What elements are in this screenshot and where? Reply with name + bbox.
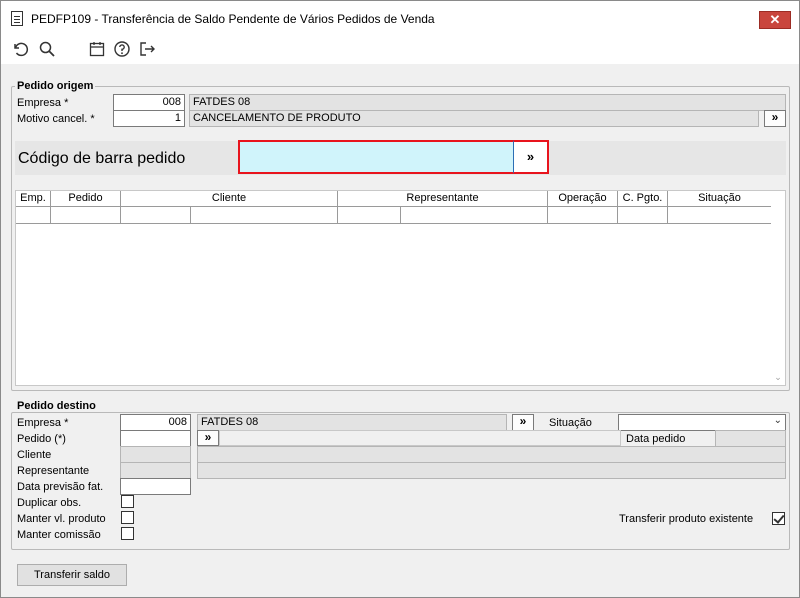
search-icon[interactable]: [38, 40, 56, 58]
pedido-input[interactable]: [120, 430, 191, 447]
motivo-lookup-button[interactable]: »: [764, 110, 786, 127]
manter-vl-produto-checkbox[interactable]: [121, 511, 134, 524]
col-cpgto[interactable]: C. Pgto.: [618, 191, 668, 207]
destino-empresa-code-input[interactable]: 008: [120, 414, 191, 431]
barcode-submit-button[interactable]: »: [514, 140, 549, 174]
origem-empresa-name-field: FATDES 08: [189, 94, 786, 111]
grid-cell[interactable]: [548, 207, 618, 224]
data-previsao-input[interactable]: [120, 478, 191, 495]
grid-cell[interactable]: [401, 207, 548, 224]
transferir-existente-label: Transferir produto existente: [619, 513, 754, 525]
barcode-input[interactable]: [238, 140, 514, 174]
destino-empresa-label: Empresa *: [17, 417, 69, 429]
grid-cell[interactable]: [668, 207, 772, 224]
grid-cell[interactable]: [618, 207, 668, 224]
origem-empresa-code-input[interactable]: 008: [113, 94, 185, 111]
destino-empresa-lookup-button[interactable]: »: [512, 414, 534, 431]
toolbar: [1, 33, 799, 65]
data-previsao-label: Data previsão fat.: [17, 481, 104, 493]
situacao-label: Situação: [549, 417, 592, 429]
data-pedido-field: [715, 430, 786, 447]
manter-comissao-checkbox[interactable]: [121, 527, 134, 540]
grid-vertical-scrollbar[interactable]: ⌄: [771, 191, 785, 385]
close-button[interactable]: ✕: [759, 11, 791, 29]
main-window: PEDFP109 - Transferência de Saldo Penden…: [0, 0, 800, 598]
manter-vl-produto-label: Manter vl. produto: [17, 513, 106, 525]
col-situacao[interactable]: Situação: [668, 191, 772, 207]
representante-code-field: [120, 462, 191, 479]
data-pedido-label: Data pedido: [626, 433, 686, 445]
manter-comissao-label: Manter comissão: [17, 529, 101, 541]
calendar-icon[interactable]: [88, 40, 106, 58]
duplicar-obs-label: Duplicar obs.: [17, 497, 82, 509]
col-cliente[interactable]: Cliente: [121, 191, 338, 207]
document-icon: [11, 11, 23, 26]
grid-cell[interactable]: [51, 207, 121, 224]
pedido-info-field: [219, 430, 621, 446]
pedido-label: Pedido (*): [17, 433, 66, 445]
situacao-select[interactable]: ⌄: [618, 414, 786, 431]
chevron-down-icon[interactable]: ⌄: [773, 373, 783, 382]
destino-empresa-name-field: FATDES 08: [197, 414, 507, 431]
col-representante[interactable]: Representante: [338, 191, 548, 207]
cliente-name-field: [197, 446, 786, 463]
window-title: PEDFP109 - Transferência de Saldo Penden…: [31, 12, 435, 26]
pedidos-grid[interactable]: Emp. Pedido Cliente Representante Operaç…: [15, 190, 786, 386]
transferir-existente-checkbox[interactable]: [772, 512, 785, 525]
grid-header: Emp. Pedido Cliente Representante Operaç…: [16, 191, 773, 207]
grid-cell[interactable]: [121, 207, 191, 224]
grid-cell[interactable]: [16, 207, 51, 224]
pedido-lookup-button[interactable]: »: [197, 430, 219, 446]
representante-label: Representante: [17, 465, 90, 477]
title-bar: PEDFP109 - Transferência de Saldo Penden…: [1, 1, 799, 33]
origem-motivo-code-input[interactable]: 1: [113, 110, 185, 127]
transferir-saldo-button[interactable]: Transferir saldo: [17, 564, 127, 586]
table-row[interactable]: [16, 207, 773, 224]
origem-motivo-label: Motivo cancel. *: [17, 113, 95, 125]
destino-legend: Pedido destino: [15, 400, 98, 412]
chevron-down-icon: ⌄: [773, 415, 782, 426]
cliente-code-field: [120, 446, 191, 463]
undo-icon[interactable]: [11, 40, 29, 58]
origem-empresa-label: Empresa *: [17, 97, 69, 109]
exit-icon[interactable]: [138, 40, 156, 58]
barcode-label: Código de barra pedido: [18, 150, 186, 167]
duplicar-obs-checkbox[interactable]: [121, 495, 134, 508]
grid-cell[interactable]: [191, 207, 338, 224]
col-operacao[interactable]: Operação: [548, 191, 618, 207]
representante-name-field: [197, 462, 786, 479]
col-emp[interactable]: Emp.: [16, 191, 51, 207]
col-pedido[interactable]: Pedido: [51, 191, 121, 207]
origem-motivo-name-field: CANCELAMENTO DE PRODUTO: [189, 110, 759, 127]
help-icon[interactable]: [113, 40, 131, 58]
cliente-label: Cliente: [17, 449, 52, 461]
origem-legend: Pedido origem: [15, 80, 96, 92]
grid-cell[interactable]: [338, 207, 401, 224]
